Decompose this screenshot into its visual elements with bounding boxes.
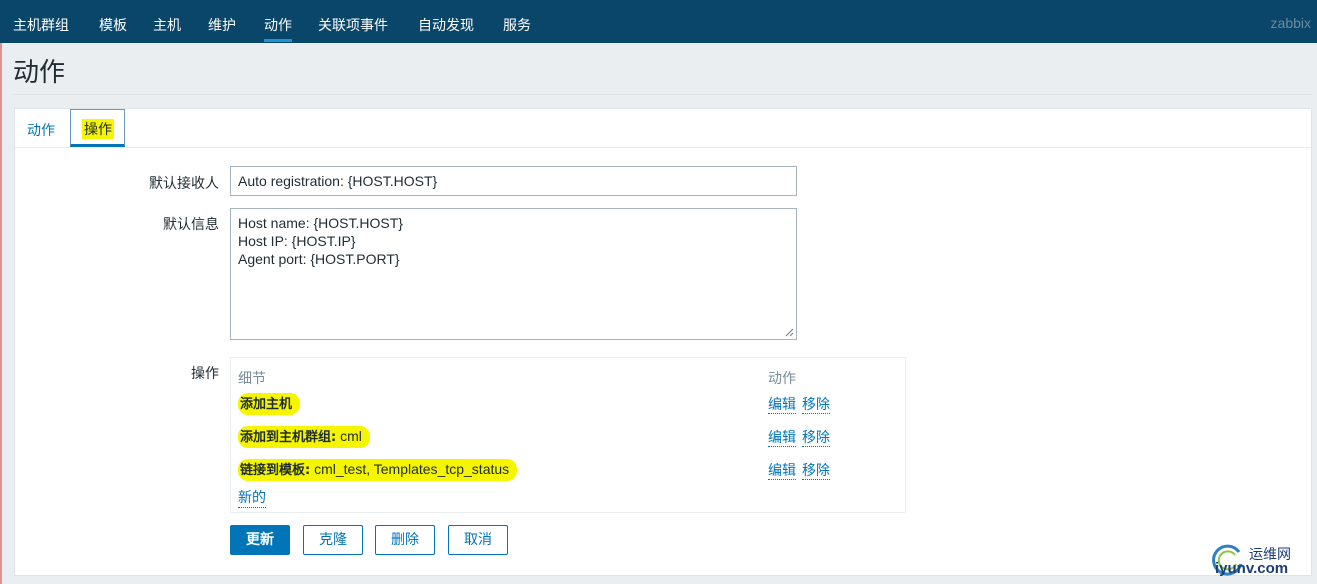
nav-item-maintenance[interactable]: 维护	[208, 15, 236, 42]
tab-operations[interactable]: 操作	[82, 119, 114, 139]
message-line-agent-port: Agent port: {HOST.PORT}	[238, 251, 400, 267]
default-message-label: 默认信息	[163, 217, 219, 233]
remove-link[interactable]: 移除	[802, 430, 830, 447]
row-actions: 编辑 移除	[768, 460, 830, 480]
page-title: 动作	[13, 58, 66, 88]
title-divider	[12, 94, 1312, 95]
operation-detail: 链接到模板: cml_test, Templates_tcp_status	[238, 459, 518, 481]
nav-item-templates[interactable]: 模板	[99, 15, 127, 42]
edit-link[interactable]: 编辑	[768, 430, 796, 447]
default-message-textarea[interactable]: Host name: {HOST.HOST} Host IP: {HOST.IP…	[230, 208, 797, 340]
table-row: 添加到主机群组: cml	[238, 426, 370, 448]
edit-link[interactable]: 编辑	[768, 463, 796, 480]
delete-button[interactable]: 删除	[375, 525, 435, 555]
message-line-host-name: Host name: {HOST.HOST}	[238, 215, 403, 231]
table-row: 链接到模板: cml_test, Templates_tcp_status	[238, 459, 518, 481]
brand-logo: zabbix	[1270, 15, 1311, 31]
operation-detail: 添加到主机群组: cml	[238, 426, 370, 448]
default-recipient-input[interactable]: Auto registration: {HOST.HOST}	[230, 166, 797, 196]
operations-label: 操作	[191, 366, 219, 382]
nav-item-discovery[interactable]: 自动发现	[418, 15, 474, 42]
tab-bar: 动作 操作	[15, 109, 1311, 148]
remove-link[interactable]: 移除	[802, 463, 830, 480]
nav-item-correlations[interactable]: 关联项事件	[318, 15, 388, 42]
nav-item-actions[interactable]: 动作	[264, 15, 292, 42]
operation-detail: 添加主机	[238, 393, 301, 415]
row-actions: 编辑 移除	[768, 394, 830, 414]
site-watermark: 运维网 iyunv.com	[1209, 542, 1313, 578]
column-header-details: 细节	[238, 371, 266, 387]
operations-table: 细节 动作 添加主机 编辑 移除 添加到主机群组: cml 编辑 移除 链接到模板:…	[230, 357, 906, 513]
nav-item-host-groups[interactable]: 主机群组	[13, 15, 69, 42]
nav-item-hosts[interactable]: 主机	[153, 15, 181, 42]
nav-item-services[interactable]: 服务	[503, 15, 531, 42]
row-actions: 编辑 移除	[768, 427, 830, 447]
message-line-host-ip: Host IP: {HOST.IP}	[238, 233, 356, 249]
left-edge-line	[0, 0, 2, 584]
top-navigation: 主机群组 模板 主机 维护 动作 关联项事件 自动发现 服务 zabbix	[0, 0, 1317, 43]
resize-handle-icon[interactable]	[785, 328, 794, 337]
default-recipient-label: 默认接收人	[149, 176, 219, 192]
tab-action[interactable]: 动作	[27, 120, 55, 140]
cancel-button[interactable]: 取消	[448, 525, 508, 555]
watermark-en: iyunv.com	[1215, 560, 1289, 577]
column-header-action: 动作	[768, 371, 796, 387]
tab-operations-frame[interactable]: 操作	[70, 109, 125, 147]
update-button[interactable]: 更新	[230, 525, 290, 555]
action-form-panel: 动作 操作 默认接收人 Auto registration: {HOST.HOS…	[14, 108, 1312, 576]
clone-button[interactable]: 克隆	[303, 525, 363, 555]
remove-link[interactable]: 移除	[802, 397, 830, 414]
edit-link[interactable]: 编辑	[768, 397, 796, 414]
table-row: 添加主机	[238, 393, 301, 415]
new-operation-link[interactable]: 新的	[238, 487, 266, 508]
